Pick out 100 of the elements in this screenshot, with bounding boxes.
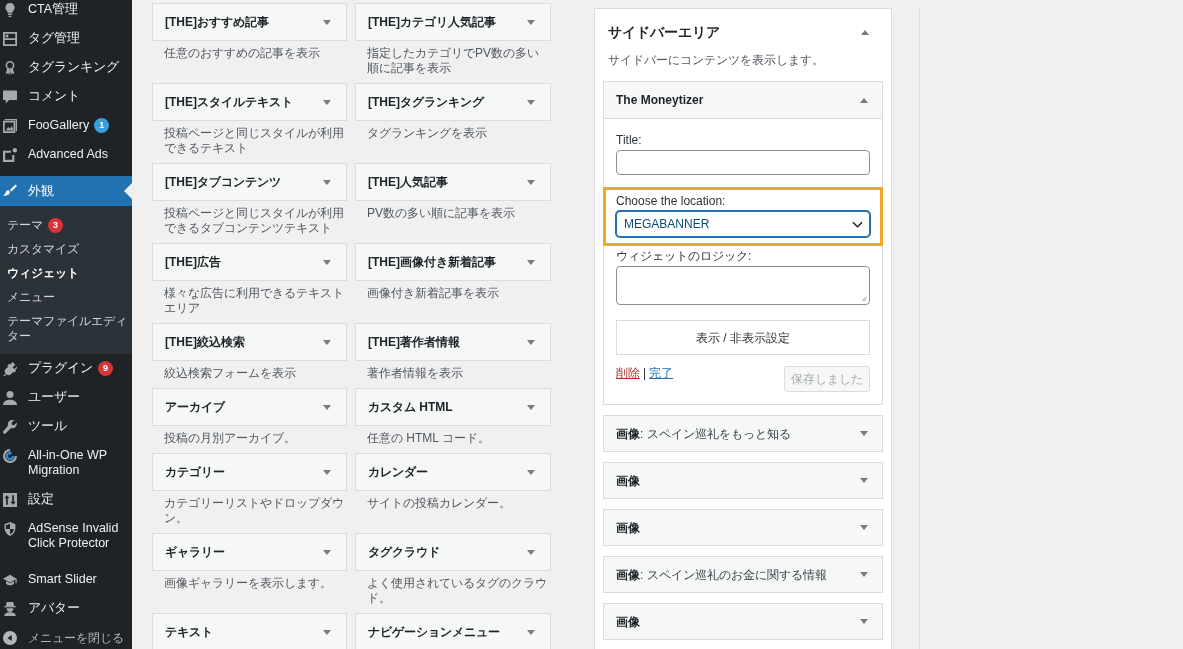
widget-title: [THE]タグランキング xyxy=(368,94,484,111)
caret-down-icon[interactable] xyxy=(323,404,331,410)
collapse-arrow-icon xyxy=(3,630,17,645)
widget-description: サイトの投稿カレンダー。 xyxy=(367,496,512,511)
widget-header[interactable]: [THE]人気記事 xyxy=(355,163,551,201)
caret-down-icon[interactable] xyxy=(527,179,535,185)
submenu-item[interactable]: テーマ 3 xyxy=(0,213,132,237)
menu-item[interactable]: ユーザー xyxy=(0,383,132,412)
widget-title: ナビゲーションメニュー xyxy=(368,624,500,641)
widget-header[interactable]: 画像 xyxy=(603,603,883,640)
widget-header[interactable]: The Moneytizer xyxy=(604,82,882,119)
widget-header[interactable]: テキスト xyxy=(152,613,347,649)
widget-header[interactable]: 画像: スペイン巡礼をもっと知る xyxy=(603,415,883,452)
widget-header[interactable]: 画像 xyxy=(603,462,883,499)
caret-down-icon[interactable] xyxy=(527,339,535,345)
text-input[interactable] xyxy=(616,150,870,175)
submenu-item[interactable]: ウィジェット xyxy=(0,261,132,285)
chevron-down-icon xyxy=(852,220,863,228)
widget-title: 画像 xyxy=(616,472,640,490)
wrench-icon xyxy=(3,419,17,434)
widget-header[interactable]: [THE]スタイルテキスト xyxy=(152,83,347,121)
widget-title: [THE]タブコンテンツ xyxy=(165,174,281,191)
caret-down-icon[interactable] xyxy=(323,469,331,475)
caret-down-icon[interactable] xyxy=(527,549,535,555)
delete-link[interactable]: 削除 xyxy=(616,366,640,381)
visibility-settings-button[interactable]: 表示 / 非表示設定 xyxy=(616,320,870,355)
submenu-item[interactable]: テーマファイルエディター xyxy=(0,309,132,348)
widget-header[interactable]: アーカイブ xyxy=(152,388,347,426)
menu-item[interactable]: タグランキング xyxy=(0,53,132,82)
caret-down-icon[interactable] xyxy=(860,525,868,530)
widget-title: ギャラリー xyxy=(165,544,225,561)
caret-down-icon[interactable] xyxy=(527,99,535,105)
widget-title: 画像: スペイン巡礼をもっと知る xyxy=(616,425,791,443)
widget-title: アーカイブ xyxy=(165,399,225,416)
widget-header[interactable]: [THE]タグランキング xyxy=(355,83,551,121)
widget-title: The Moneytizer xyxy=(616,92,704,109)
lightbulb-icon xyxy=(3,2,17,17)
caret-down-icon[interactable] xyxy=(860,619,868,624)
widget-header[interactable]: [THE]広告 xyxy=(152,243,347,281)
caret-down-icon[interactable] xyxy=(323,629,331,635)
count-badge: 1 xyxy=(94,118,110,133)
widget-header[interactable]: [THE]著作者情報 xyxy=(355,323,551,361)
collapse-menu-button[interactable]: メニューを閉じる xyxy=(0,623,132,649)
widget-header[interactable]: [THE]絞込検索 xyxy=(152,323,347,361)
text-area[interactable] xyxy=(616,266,870,305)
caret-down-icon[interactable] xyxy=(527,629,535,635)
caret-down-icon[interactable] xyxy=(860,431,868,436)
menu-item[interactable]: プラグイン 9 xyxy=(0,354,132,383)
menu-item[interactable]: 設定 xyxy=(0,485,132,514)
widget-description: 投稿の月別アーカイブ。 xyxy=(164,431,297,446)
speech-bubble-icon xyxy=(3,89,17,104)
widget-description: 著作者情報を表示 xyxy=(367,366,464,381)
widget-header[interactable]: 画像: スペイン巡礼のお金に関する情報 xyxy=(603,556,883,593)
widget-header[interactable]: ナビゲーションメニュー xyxy=(355,613,551,649)
widget-description: 投稿ページと同じスタイルが利用できるタブコンテンツテキスト xyxy=(164,206,345,236)
submenu-item[interactable]: メニュー xyxy=(0,285,132,309)
caret-down-icon[interactable] xyxy=(527,259,535,265)
caret-down-icon[interactable] xyxy=(323,259,331,265)
widget-header[interactable]: [THE]タブコンテンツ xyxy=(152,163,347,201)
menu-item[interactable]: コメント xyxy=(0,82,132,111)
menu-item[interactable]: AdSense Invalid Click Protector xyxy=(0,514,132,558)
caret-down-icon[interactable] xyxy=(323,179,331,185)
menu-item[interactable]: CTA管理 xyxy=(0,0,132,24)
done-link[interactable]: 完了 xyxy=(649,366,674,381)
submenu-item[interactable]: カスタマイズ xyxy=(0,237,132,261)
widget-title: 画像 xyxy=(616,519,640,537)
caret-down-icon[interactable] xyxy=(527,404,535,410)
widget-header[interactable]: 画像 xyxy=(603,509,883,546)
menu-item[interactable]: ツール xyxy=(0,412,132,441)
caret-up-icon[interactable] xyxy=(860,97,868,103)
caret-down-icon[interactable] xyxy=(860,478,868,483)
menu-item[interactable]: Advanced Ads xyxy=(0,140,132,169)
caret-up-icon[interactable] xyxy=(861,29,869,35)
menu-item[interactable]: タグ管理 xyxy=(0,24,132,53)
menu-item[interactable]: All-in-One WP Migration xyxy=(0,441,132,485)
widget-header[interactable]: タグクラウド xyxy=(355,533,551,571)
caret-down-icon[interactable] xyxy=(860,572,868,577)
widget-description: 画像付き新着記事を表示 xyxy=(367,286,500,301)
caret-down-icon[interactable] xyxy=(527,469,535,475)
menu-item[interactable]: Smart Slider xyxy=(0,565,132,594)
location-select[interactable]: MEGABANNER xyxy=(616,211,870,237)
widget-header[interactable]: [THE]カテゴリ人気記事 xyxy=(355,3,551,41)
widget-header[interactable]: カレンダー xyxy=(355,453,551,491)
count-badge: 3 xyxy=(48,217,63,233)
widget-header[interactable]: [THE]画像付き新着記事 xyxy=(355,243,551,281)
caret-down-icon[interactable] xyxy=(323,549,331,555)
caret-down-icon[interactable] xyxy=(323,339,331,345)
caret-down-icon[interactable] xyxy=(323,99,331,105)
widget-header[interactable]: [THE]おすすめ記事 xyxy=(152,3,347,41)
menu-item[interactable]: FooGallery 1 xyxy=(0,111,132,140)
caret-down-icon[interactable] xyxy=(323,19,331,25)
menu-item[interactable]: アバター xyxy=(0,594,132,623)
widget-header[interactable]: カスタム HTML xyxy=(355,388,551,426)
caret-down-icon[interactable] xyxy=(527,19,535,25)
widget-header[interactable]: カテゴリー xyxy=(152,453,347,491)
menu-item[interactable]: 外観 xyxy=(0,176,132,206)
widget-header[interactable]: ギャラリー xyxy=(152,533,347,571)
resize-grip-icon[interactable] xyxy=(861,296,867,302)
widget-title: [THE]画像付き新着記事 xyxy=(368,254,496,271)
widget-title: カテゴリー xyxy=(165,464,225,481)
